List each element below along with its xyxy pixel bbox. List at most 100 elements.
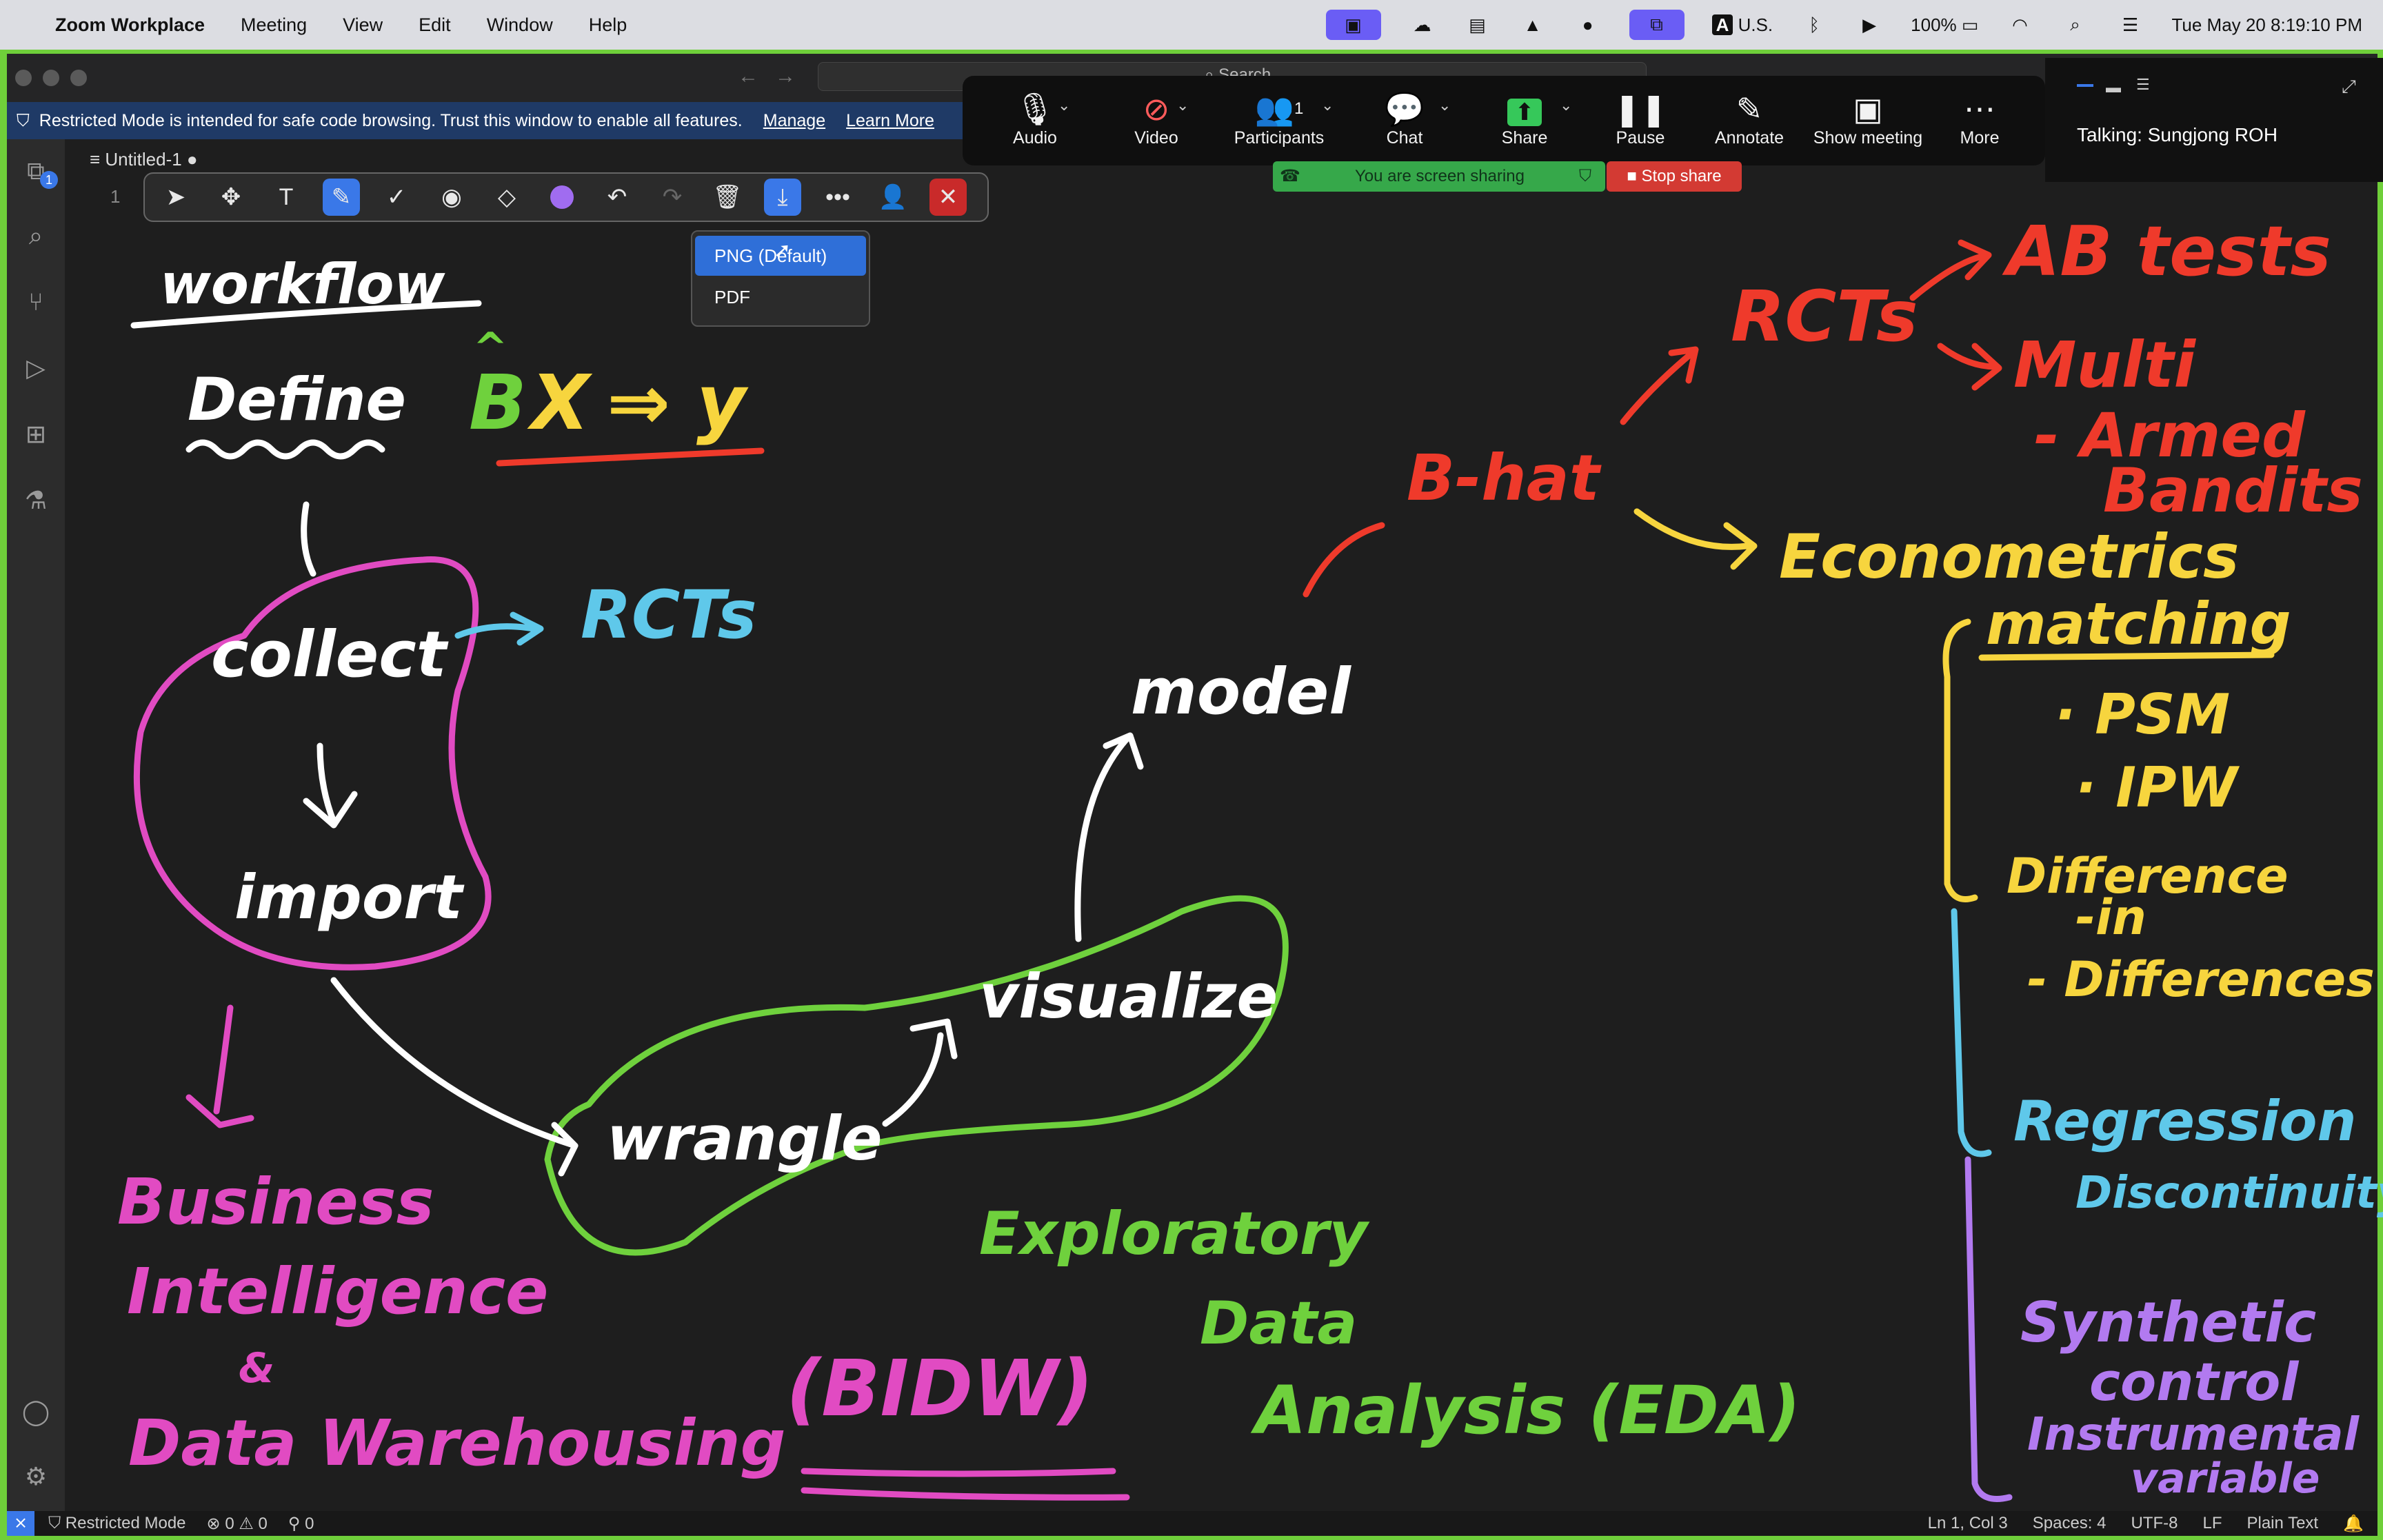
annotate-button[interactable]: ✎ Annotate (1698, 90, 1801, 148)
audio-chevron-icon[interactable]: ⌄ (1058, 97, 1070, 114)
share-label: Share (1501, 128, 1548, 148)
formula-x: X (531, 358, 590, 447)
run-debug-icon[interactable]: ▷ (21, 353, 51, 383)
back-arrow-icon[interactable]: ← (738, 65, 758, 88)
ports-status[interactable]: ⚲ 0 (288, 1514, 314, 1534)
close-annotation-icon[interactable]: ✕ (929, 179, 967, 216)
video-label: Video (1134, 128, 1178, 148)
forward-arrow-icon[interactable]: → (775, 65, 796, 88)
save-pdf-option[interactable]: PDF (695, 277, 866, 317)
participants-button[interactable]: 👥1 Participants (1220, 90, 1338, 148)
annotator-names-icon[interactable]: 👤 (874, 179, 912, 216)
eraser-icon[interactable]: ◇ (488, 179, 525, 216)
purple-bracket (1964, 1156, 2013, 1502)
participants-chevron-icon[interactable]: ⌄ (1321, 97, 1334, 114)
trash-icon[interactable]: 🗑 (709, 179, 746, 216)
undo-icon[interactable]: ↶ (599, 179, 636, 216)
workflow-label: workflow (160, 252, 445, 316)
collect-label: collect (211, 618, 447, 691)
stop-share-button[interactable]: ■ Stop share (1607, 161, 1742, 192)
list-view-icon[interactable]: ☰ (2136, 76, 2150, 94)
control-center-icon[interactable]: ☰ (2116, 13, 2144, 37)
menu-help[interactable]: Help (589, 14, 627, 36)
menu-app-name[interactable]: Zoom Workplace (55, 14, 205, 36)
rcts-left-label: RCTs (581, 576, 757, 654)
more-options-icon[interactable]: ••• (819, 179, 856, 216)
screen-share-status-icon[interactable]: ▣ (1325, 10, 1381, 40)
cloud-icon[interactable]: ☁ (1409, 13, 1436, 37)
window-minimize-button[interactable] (43, 70, 59, 86)
battery-icon: ▭ (1961, 14, 1979, 35)
bluetooth-icon[interactable]: ᛒ (1800, 13, 1828, 37)
zoom-status-icon[interactable]: ⧉ (1629, 10, 1685, 40)
expand-icon[interactable]: ⤢ (2342, 76, 2356, 98)
visualize-to-model-arrow (1074, 732, 1144, 942)
testing-icon[interactable]: ⚗ (21, 485, 51, 516)
variable-label: variable (2131, 1455, 2320, 1503)
stop-share-label: Stop share (1641, 167, 1722, 185)
text-tool-icon[interactable]: T (268, 179, 305, 216)
more-label: More (1960, 128, 2000, 148)
cursor-position[interactable]: Ln 1, Col 3 (1928, 1514, 2008, 1533)
instrumental-label: Instrumental (2027, 1408, 2360, 1461)
menu-edit[interactable]: Edit (419, 14, 451, 36)
spotlight-icon[interactable]: ◉ (433, 179, 470, 216)
settings-gear-icon[interactable]: ⚙ (21, 1461, 51, 1492)
video-button[interactable]: ⊘ Video (1105, 90, 1208, 148)
more-button[interactable]: ⋯ More (1928, 90, 2031, 148)
search-icon[interactable]: ⌕ (2061, 13, 2089, 37)
stamp-check-icon[interactable]: ✓ (378, 179, 415, 216)
save-download-icon[interactable]: ⤓ (764, 179, 801, 216)
window-close-button[interactable] (15, 70, 32, 86)
define-label: Define (188, 365, 406, 434)
show-meeting-label: Show meeting (1813, 128, 1923, 148)
pen-tool-icon[interactable]: ✎ (323, 179, 360, 216)
redo-icon[interactable]: ↷ (654, 179, 691, 216)
language-mode-status[interactable]: Plain Text (2246, 1514, 2318, 1533)
menu-window[interactable]: Window (487, 14, 553, 36)
share-chevron-icon[interactable]: ⌄ (1560, 97, 1572, 114)
input-source[interactable]: A U.S. (1711, 14, 1773, 36)
problems-status[interactable]: ⊗ 0 ⚠ 0 (207, 1514, 268, 1534)
thumbnail-view-icon[interactable]: ▬ (2106, 79, 2121, 97)
battery-status[interactable]: 100% ▭ (1911, 14, 1978, 36)
video-chevron-icon[interactable]: ⌄ (1176, 97, 1189, 114)
play-icon[interactable]: ▶ (1856, 13, 1883, 37)
remote-indicator-icon[interactable]: ⨯ (7, 1511, 35, 1536)
pause-button[interactable]: ❚❚ Pause (1589, 90, 1692, 148)
encoding-status[interactable]: UTF-8 (2131, 1514, 2178, 1533)
multi-label: Multi (2013, 328, 2196, 402)
show-meeting-button[interactable]: ▣ Show meeting (1802, 90, 1933, 148)
model-label: model (1131, 655, 1351, 729)
account-icon[interactable]: ◯ (21, 1397, 51, 1427)
menu-meeting[interactable]: Meeting (241, 14, 307, 36)
select-tool-icon[interactable]: ➤ (157, 179, 194, 216)
restricted-mode-status[interactable]: ⛉ Restricted Mode (48, 1514, 185, 1533)
message-icon[interactable]: ● (1574, 13, 1602, 37)
matching-label: matching (1986, 590, 2291, 658)
wifi-icon[interactable]: ◠ (2006, 13, 2033, 37)
window-zoom-button[interactable] (70, 70, 87, 86)
ports-icon: ⚲ (288, 1514, 301, 1533)
search-sidebar-icon[interactable]: ⌕ (21, 221, 51, 251)
outlook-icon[interactable]: ▤ (1464, 13, 1491, 37)
learn-more-link[interactable]: Learn More (846, 111, 934, 131)
manage-link[interactable]: Manage (763, 111, 825, 131)
chat-chevron-icon[interactable]: ⌄ (1438, 97, 1451, 114)
minimize-bar-icon[interactable] (2077, 84, 2093, 87)
restricted-message: Restricted Mode is intended for safe cod… (39, 110, 743, 130)
extensions-icon[interactable]: ⊞ (21, 419, 51, 449)
eol-status[interactable]: LF (2202, 1514, 2222, 1533)
move-tool-icon[interactable]: ✥ (212, 179, 250, 216)
audio-button[interactable]: 🎙 Audio (983, 90, 1087, 148)
vlc-icon[interactable]: ▲ (1519, 13, 1547, 37)
menu-view[interactable]: View (343, 14, 383, 36)
ipw-label: · IPW (2075, 756, 2238, 820)
screen-icon: ▣ (1853, 91, 1883, 127)
notifications-bell-icon[interactable]: 🔔 (2343, 1514, 2364, 1534)
color-picker-icon[interactable] (543, 179, 581, 216)
editor-tab-untitled[interactable]: ≡ Untitled-1 ● (90, 149, 198, 170)
clock[interactable]: Tue May 20 8:19:10 PM (2171, 14, 2362, 36)
indentation-status[interactable]: Spaces: 4 (2033, 1514, 2107, 1533)
source-control-icon[interactable]: ⑂ (21, 287, 51, 317)
